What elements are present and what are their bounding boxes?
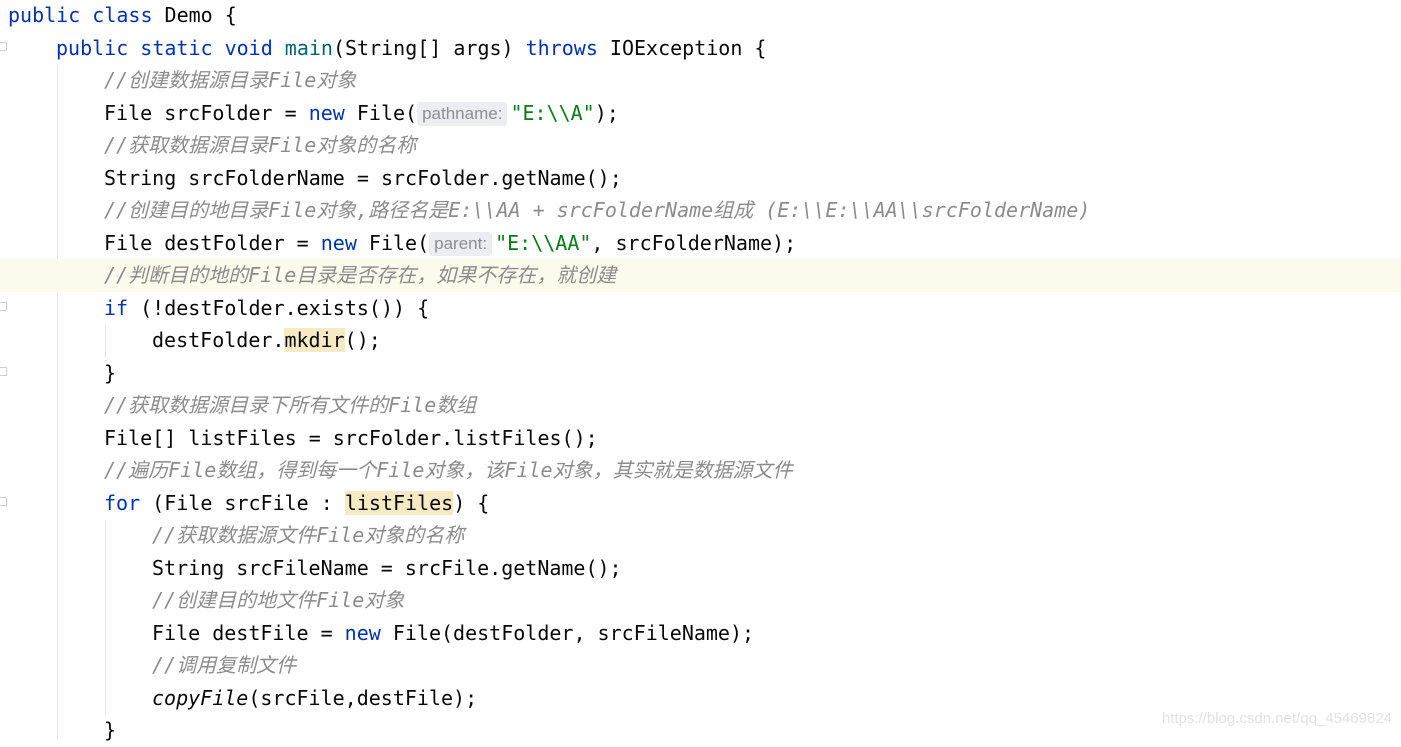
code-editor[interactable]: public class Demo {public static void ma… — [0, 0, 1401, 742]
code-token: if — [104, 295, 141, 320]
code-text: //获取数据源文件File对象的名称 — [152, 519, 464, 552]
code-text: File destFile = new File(destFolder, src… — [152, 617, 754, 650]
parameter-hint: pathname: — [417, 101, 508, 126]
code-token: IOException { — [609, 35, 767, 60]
code-text: //获取数据源目录File对象的名称 — [104, 129, 416, 162]
code-line[interactable]: File destFile = new File(destFolder, src… — [0, 617, 1401, 650]
code-token: , srcFolderName); — [591, 230, 797, 255]
code-line[interactable]: File srcFolder = new File(pathname: "E:\\… — [0, 97, 1401, 130]
parameter-hint: parent: — [429, 231, 493, 256]
code-token: File destFolder = — [104, 230, 321, 255]
code-line[interactable]: //获取数据源目录File对象的名称 — [0, 129, 1401, 162]
code-token: for — [104, 490, 153, 515]
code-line[interactable]: //创建目的地目录File对象,路径名是E:\\AA + srcFolderNa… — [0, 194, 1401, 227]
code-text: } — [104, 714, 116, 747]
code-text: String srcFolderName = srcFolder.getName… — [104, 162, 622, 195]
code-line[interactable]: //判断目的地的File目录是否存在，如果不存在，就创建 — [0, 259, 1401, 292]
code-comment: //创建目的地文件File对象 — [152, 588, 405, 612]
code-token: new — [320, 230, 369, 255]
code-comment: //创建目的地目录File对象,路径名是E:\\AA + srcFolderNa… — [104, 198, 1091, 222]
code-token: new — [308, 100, 357, 125]
code-token: main — [284, 35, 333, 60]
code-line[interactable]: File destFolder = new File(parent: "E:\\A… — [0, 227, 1401, 260]
code-text: } — [104, 357, 116, 390]
code-text: for (File srcFile : listFiles) { — [104, 487, 489, 520]
code-token: Demo { — [164, 3, 237, 27]
code-token: "E:\\A" — [510, 100, 595, 125]
code-line[interactable]: String srcFolderName = srcFolder.getName… — [0, 162, 1401, 195]
code-text: //调用复制文件 — [152, 649, 296, 682]
code-text: //获取数据源目录下所有文件的File数组 — [104, 389, 476, 422]
code-comment: //调用复制文件 — [152, 653, 297, 677]
code-token: String srcFileName = srcFile.getName(); — [152, 555, 622, 580]
code-token: "E:\\AA" — [495, 230, 592, 255]
code-token: File[] listFiles = srcFolder.listFiles()… — [104, 425, 598, 450]
code-token: File destFile = — [152, 620, 345, 645]
code-token: File(destFolder, srcFileName); — [392, 620, 755, 645]
code-line[interactable]: if (!destFolder.exists()) { — [0, 292, 1401, 325]
code-text: destFolder.mkdir(); — [152, 324, 381, 357]
code-text: if (!destFolder.exists()) { — [104, 292, 429, 325]
code-comment: //获取数据源目录下所有文件的File数组 — [104, 393, 477, 417]
code-comment: //获取数据源文件File对象的名称 — [152, 523, 465, 547]
code-line[interactable]: //遍历File数组，得到每一个File对象，该File对象，其实就是数据源文件 — [0, 454, 1401, 487]
code-line[interactable]: //创建数据源目录File对象 — [0, 64, 1401, 97]
code-token: } — [104, 718, 117, 742]
code-token: public static void — [56, 35, 285, 60]
code-token: File( — [368, 230, 430, 255]
code-token: String srcFolderName = srcFolder.getName… — [104, 165, 622, 190]
code-text: File srcFolder = new File(pathname: "E:\\… — [104, 97, 619, 130]
code-token: (); — [344, 328, 381, 352]
code-token: destFolder. — [152, 328, 285, 352]
code-token: throws — [525, 35, 610, 60]
code-token: } — [104, 360, 117, 385]
code-token: mkdir — [284, 328, 345, 352]
code-token: (File srcFile : — [152, 490, 345, 515]
code-line[interactable]: public static void main(String[] args) t… — [0, 32, 1401, 65]
code-line[interactable]: File[] listFiles = srcFolder.listFiles()… — [0, 422, 1401, 455]
code-line[interactable]: for (File srcFile : listFiles) { — [0, 487, 1401, 520]
code-token: copyFile — [152, 685, 249, 710]
watermark: https://blog.csdn.net/qq_45469824 — [1161, 710, 1392, 727]
code-comment: //判断目的地的File目录是否存在，如果不存在，就创建 — [104, 263, 617, 287]
code-text: String srcFileName = srcFile.getName(); — [152, 552, 622, 585]
code-text: //遍历File数组，得到每一个File对象，该File对象，其实就是数据源文件 — [104, 454, 793, 487]
code-token: File( — [356, 100, 418, 125]
code-text: //判断目的地的File目录是否存在，如果不存在，就创建 — [104, 259, 616, 292]
code-text: public static void main(String[] args) t… — [56, 32, 766, 65]
code-text: File[] listFiles = srcFolder.listFiles()… — [104, 422, 598, 455]
code-text: //创建目的地目录File对象,路径名是E:\\AA + srcFolderNa… — [104, 194, 1090, 227]
code-token: ); — [594, 100, 619, 125]
code-text: //创建目的地文件File对象 — [152, 584, 404, 617]
code-line[interactable]: //获取数据源文件File对象的名称 — [0, 519, 1401, 552]
code-line[interactable]: destFolder.mkdir(); — [0, 324, 1401, 357]
code-comment: //获取数据源目录File对象的名称 — [104, 133, 417, 157]
code-line[interactable]: //创建目的地文件File对象 — [0, 584, 1401, 617]
code-text: public class Demo { — [8, 0, 237, 32]
code-token: (srcFile,destFile); — [248, 685, 478, 710]
code-comment: //遍历File数组，得到每一个File对象，该File对象，其实就是数据源文件 — [104, 458, 793, 482]
code-line[interactable]: public class Demo { — [0, 0, 1401, 32]
code-token: (!destFolder.exists()) { — [140, 295, 430, 320]
code-token: public class — [8, 3, 165, 27]
code-token: (String[] args) — [332, 35, 526, 60]
code-line[interactable]: //调用复制文件 — [0, 649, 1401, 682]
code-line[interactable]: //获取数据源目录下所有文件的File数组 — [0, 389, 1401, 422]
code-text: copyFile(srcFile,destFile); — [152, 682, 477, 715]
code-line[interactable]: } — [0, 357, 1401, 390]
code-comment: //创建数据源目录File对象 — [104, 68, 357, 92]
code-token: listFiles — [344, 490, 454, 515]
code-token: ) { — [453, 490, 490, 515]
code-text: File destFolder = new File(parent: "E:\\A… — [104, 227, 796, 260]
code-token: new — [344, 620, 393, 645]
code-line[interactable]: String srcFileName = srcFile.getName(); — [0, 552, 1401, 585]
code-text: //创建数据源目录File对象 — [104, 64, 356, 97]
code-token: File srcFolder = — [104, 100, 309, 125]
